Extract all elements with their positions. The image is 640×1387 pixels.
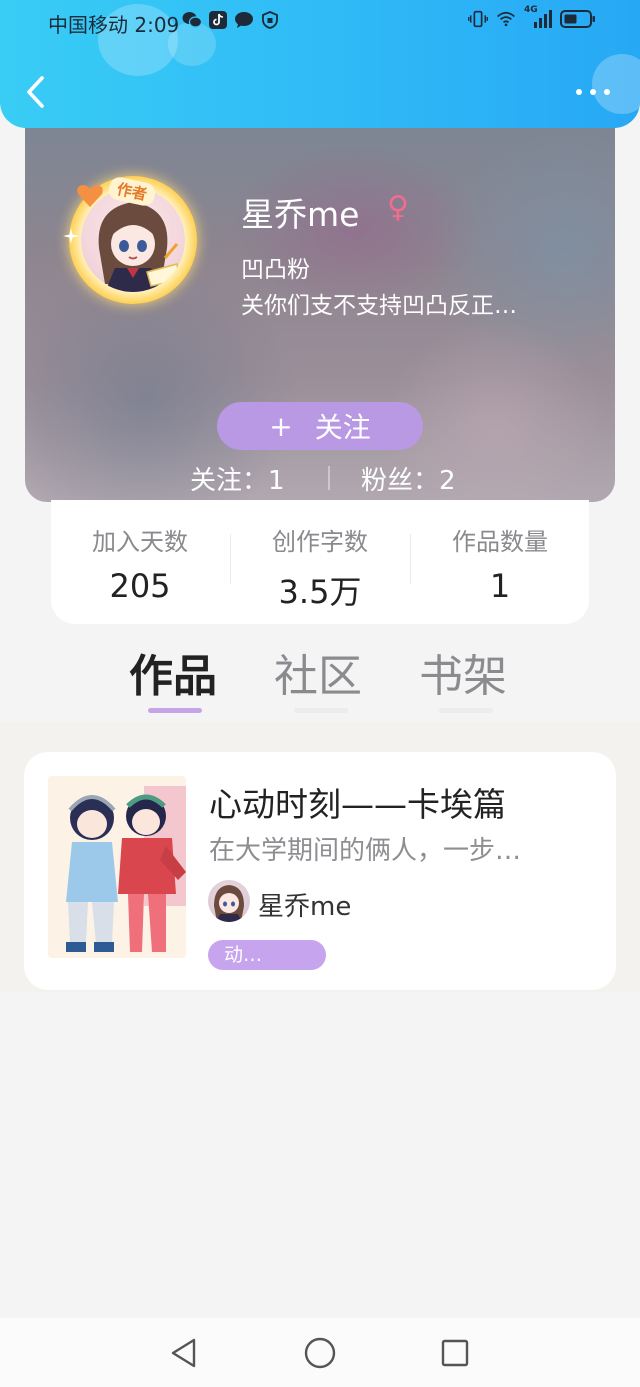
heart-sticker-icon — [77, 185, 103, 207]
work-title[interactable]: 心动时刻——卡埃篇 — [209, 778, 506, 826]
more-dots-icon — [590, 89, 596, 95]
work-description: 在大学期间的俩人，一步… — [209, 836, 522, 866]
chevron-left-icon — [27, 76, 44, 108]
profile-fan-level: 凹凸粉 — [241, 257, 310, 283]
stat-value: 3.5万 — [278, 573, 362, 611]
tab-bookshelf[interactable]: 书架 — [419, 640, 507, 704]
plus-icon: + — [269, 409, 293, 443]
decorative-bubble — [592, 54, 640, 114]
tab-community[interactable]: 社区 — [274, 640, 362, 704]
top-app-bar: 中国移动 2:09 4G — [0, 0, 640, 128]
status-system-icons: 4G — [468, 5, 596, 29]
wifi-icon — [496, 9, 516, 29]
tab-works[interactable]: 作品 — [129, 640, 217, 704]
work-author-name: 星乔me — [258, 892, 352, 922]
fans-count[interactable]: 粉丝：2 — [361, 460, 456, 497]
network-label: 4G — [524, 5, 538, 15]
follow-button-label: 关注 — [314, 411, 371, 444]
status-notification-icons — [182, 10, 280, 30]
status-bar: 中国移动 2:09 4G — [0, 0, 640, 44]
stat-label: 加入天数 — [92, 528, 188, 556]
female-gender-icon: ♀ — [387, 190, 409, 225]
user-profile-page: 中国移动 2:09 4G 作者 星乔me ♀ 凹凸粉 关你们支不支持凹凸反正… … — [0, 0, 640, 1387]
tab-indicator-community — [294, 708, 348, 713]
message-icon — [234, 10, 254, 30]
more-dots-icon — [576, 89, 582, 95]
status-carrier-time: 中国移动 2:09 — [48, 13, 180, 37]
stat-word-count: 创作字数 3.5万 — [231, 522, 409, 613]
author-stats-card: 加入天数 205 创作字数 3.5万 作品数量 1 — [51, 500, 589, 624]
nav-home-button[interactable] — [303, 1336, 337, 1370]
nav-back-button[interactable] — [168, 1336, 202, 1370]
stat-join-days: 加入天数 205 — [51, 522, 229, 605]
stat-value: 205 — [109, 567, 171, 605]
stat-work-count: 作品数量 1 — [411, 522, 589, 605]
work-author-avatar — [208, 880, 250, 922]
tiktok-icon — [208, 10, 228, 30]
work-tag[interactable]: 动… — [208, 940, 326, 970]
follow-counts-divider — [328, 466, 330, 490]
circle-home-icon — [304, 1337, 336, 1369]
system-navigation-bar — [0, 1318, 640, 1387]
more-options-button[interactable] — [576, 86, 610, 98]
follow-button[interactable]: + 关注 — [217, 402, 423, 450]
vibrate-icon — [468, 9, 488, 29]
tab-indicator-works — [148, 708, 202, 713]
shield-icon — [260, 10, 280, 30]
sparkle-icon — [63, 228, 79, 244]
nav-recents-button[interactable] — [438, 1336, 472, 1370]
triangle-back-icon — [171, 1338, 196, 1368]
profile-name: 星乔me — [241, 195, 360, 234]
profile-tabs: 作品 社区 书架 — [0, 640, 640, 720]
work-card[interactable]: 心动时刻——卡埃篇 在大学期间的俩人，一步… 星乔me 动… — [24, 752, 616, 990]
following-count[interactable]: 关注：1 — [190, 460, 285, 497]
stat-value: 1 — [489, 567, 511, 605]
stat-label: 作品数量 — [452, 528, 548, 556]
tab-indicator-bookshelf — [439, 708, 493, 713]
wechat-icon — [182, 10, 202, 30]
follow-counts: 关注：1 粉丝：2 — [25, 460, 615, 496]
battery-icon — [560, 9, 596, 29]
profile-bio: 关你们支不支持凹凸反正… — [241, 293, 517, 319]
profile-header-card: 作者 星乔me ♀ 凹凸粉 关你们支不支持凹凸反正… + 关注 关注：1 粉丝：… — [25, 100, 615, 502]
square-recents-icon — [441, 1339, 469, 1367]
more-dots-icon — [604, 89, 610, 95]
back-button[interactable] — [20, 72, 52, 112]
work-cover-image — [48, 776, 186, 958]
stat-label: 创作字数 — [272, 528, 368, 556]
signal-icon: 4G — [524, 5, 552, 29]
